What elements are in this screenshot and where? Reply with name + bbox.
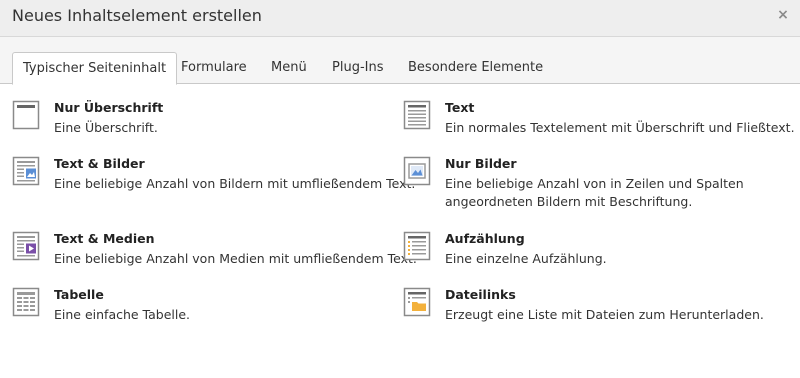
element-name: Tabelle xyxy=(54,287,104,302)
element-text[interactable]: Text Ein normales Textelement mit Übersc… xyxy=(403,100,795,144)
element-name: Text & Bilder xyxy=(54,156,145,171)
header-icon xyxy=(12,100,40,130)
text-media-icon xyxy=(12,231,40,261)
element-name: Dateilinks xyxy=(445,287,516,302)
element-description: Eine einzelne Aufzählung. xyxy=(445,251,607,266)
element-description: Erzeugt eine Liste mit Dateien zum Herun… xyxy=(445,307,764,322)
bullet-list-icon xyxy=(403,231,431,261)
text-icon xyxy=(403,100,431,130)
element-name: Aufzählung xyxy=(445,231,525,246)
element-description: Eine einfache Tabelle. xyxy=(54,307,191,322)
element-name: Nur Bilder xyxy=(445,156,517,171)
element-images-only[interactable]: Nur Bilder Eine beliebige Anzahl von in … xyxy=(403,156,793,216)
tab-menu[interactable]: Menü xyxy=(261,52,317,84)
element-name: Nur Überschrift xyxy=(54,100,164,115)
element-table[interactable]: Tabelle Eine einfache Tabelle. xyxy=(12,287,392,331)
element-name: Text xyxy=(445,100,475,115)
text-image-icon xyxy=(12,156,40,186)
element-description: Eine beliebige Anzahl von Medien mit umf… xyxy=(54,251,417,266)
dialog-title: Neues Inhaltselement erstellen xyxy=(12,6,262,25)
table-icon xyxy=(12,287,40,317)
file-links-icon xyxy=(403,287,431,317)
tab-typischer-seiteninhalt[interactable]: Typischer Seiteninhalt xyxy=(12,52,178,85)
element-bullets[interactable]: Aufzählung Eine einzelne Aufzählung. xyxy=(403,231,793,275)
dialog-header: Neues Inhaltselement erstellen × xyxy=(0,0,800,37)
element-text-images[interactable]: Text & Bilder Eine beliebige Anzahl von … xyxy=(12,156,415,200)
element-text-media[interactable]: Text & Medien Eine beliebige Anzahl von … xyxy=(12,231,417,275)
image-icon xyxy=(403,156,431,186)
element-name: Text & Medien xyxy=(54,231,155,246)
element-description: Ein normales Textelement mit Überschrift… xyxy=(445,120,795,135)
element-description: Eine Überschrift. xyxy=(54,120,158,135)
element-uploads[interactable]: Dateilinks Erzeugt eine Liste mit Dateie… xyxy=(403,287,793,331)
element-description: Eine beliebige Anzahl von Bildern mit um… xyxy=(54,176,416,191)
tab-plug-ins[interactable]: Plug-Ins xyxy=(322,52,393,84)
element-header-only[interactable]: Nur Überschrift Eine Überschrift. xyxy=(12,100,392,144)
element-description-line-2: angeordneten Bildern mit Beschriftung. xyxy=(445,194,693,209)
element-description-line-1: Eine beliebige Anzahl von in Zeilen und … xyxy=(445,176,744,191)
tab-bar: Typischer Seiteninhalt Formulare Menü Pl… xyxy=(0,37,800,85)
tab-besondere-elemente[interactable]: Besondere Elemente xyxy=(398,52,553,84)
close-icon[interactable]: × xyxy=(776,7,790,23)
tab-formulare[interactable]: Formulare xyxy=(171,52,257,84)
